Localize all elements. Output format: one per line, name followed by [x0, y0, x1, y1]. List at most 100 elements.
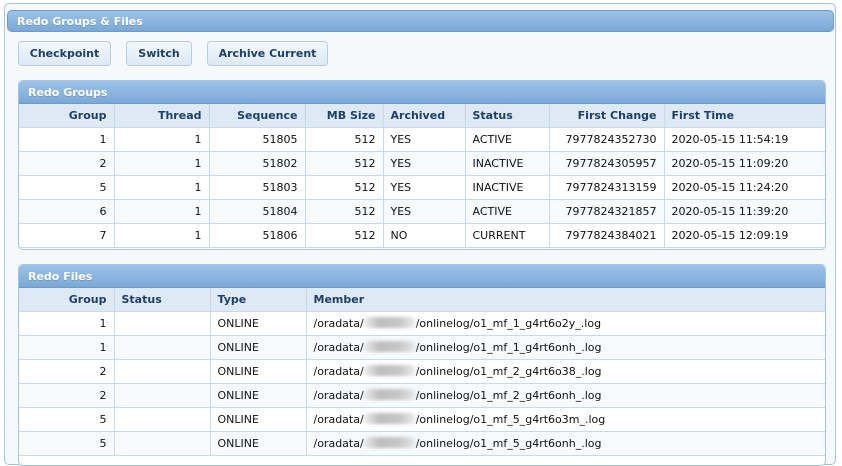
- col-header-group[interactable]: Group: [19, 104, 115, 128]
- cell-group: 2: [19, 359, 115, 384]
- redo-files-table: Group Status Type Member 1 ONLINE /orada…: [19, 288, 825, 456]
- cell-group: 1: [19, 127, 115, 152]
- redacted-segment: [363, 436, 416, 448]
- cell-mb-size: 512: [305, 127, 384, 152]
- member-prefix: /oradata/: [313, 436, 364, 450]
- cell-group: 1: [19, 335, 115, 360]
- redo-files-title: Redo Files: [19, 265, 825, 288]
- table-row[interactable]: 5 ONLINE /oradata/ /onlinelog/o1_mf_5_g4r…: [19, 407, 825, 432]
- cell-thread: 1: [114, 127, 210, 152]
- cell-member: /oradata/ /onlinelog/o1_mf_1_g4rt6onh_.lo…: [306, 335, 825, 360]
- cell-mb-size: 512: [305, 151, 384, 176]
- cell-first-time: 2020-05-15 11:24:20: [664, 175, 825, 200]
- table-row[interactable]: 5 1 51803 512 YES INACTIVE 7977824313159…: [19, 175, 825, 200]
- col-header-member[interactable]: Member: [306, 288, 825, 312]
- cell-status: [114, 431, 211, 456]
- col-header-thread[interactable]: Thread: [114, 104, 210, 128]
- col-header-status[interactable]: Status: [114, 288, 211, 312]
- cell-first-change: 7977824313159: [549, 175, 665, 200]
- switch-button[interactable]: Switch: [126, 41, 192, 66]
- redacted-segment: [363, 364, 416, 376]
- cell-status: [114, 335, 211, 360]
- archive-current-button[interactable]: Archive Current: [207, 41, 328, 66]
- member-suffix: /onlinelog/o1_mf_2_g4rt6onh_.log: [415, 388, 602, 402]
- cell-status: [114, 383, 211, 408]
- cell-member: /oradata/ /onlinelog/o1_mf_2_g4rt6onh_.lo…: [306, 383, 825, 408]
- checkpoint-button[interactable]: Checkpoint: [18, 41, 111, 66]
- member-suffix: /onlinelog/o1_mf_5_g4rt6onh_.log: [415, 436, 602, 450]
- col-header-archived[interactable]: Archived: [383, 104, 466, 128]
- cell-status: [114, 407, 211, 432]
- cell-first-time: 2020-05-15 11:39:20: [664, 199, 825, 224]
- member-prefix: /oradata/: [313, 340, 364, 354]
- col-header-status[interactable]: Status: [465, 104, 550, 128]
- cell-type: ONLINE: [210, 431, 307, 456]
- cell-first-time: 2020-05-15 11:54:19: [664, 127, 825, 152]
- cell-first-change: 7977824352730: [549, 127, 665, 152]
- table-row[interactable]: 2 1 51802 512 YES INACTIVE 7977824305957…: [19, 151, 825, 176]
- files-header-row: Group Status Type Member: [19, 288, 825, 312]
- cell-mb-size: 512: [305, 199, 384, 224]
- cell-group: 5: [19, 431, 115, 456]
- window-title: Redo Groups & Files: [7, 10, 834, 32]
- col-header-sequence[interactable]: Sequence: [209, 104, 306, 128]
- cell-thread: 1: [114, 199, 210, 224]
- redo-groups-table: Group Thread Sequence MB Size Archived S…: [19, 104, 825, 248]
- table-row[interactable]: 1 ONLINE /oradata/ /onlinelog/o1_mf_1_g4r…: [19, 311, 825, 336]
- member-suffix: /onlinelog/o1_mf_1_g4rt6o2y_.log: [415, 316, 602, 330]
- table-row[interactable]: 1 1 51805 512 YES ACTIVE 7977824352730 2…: [19, 127, 825, 152]
- col-header-type[interactable]: Type: [210, 288, 307, 312]
- member-prefix: /oradata/: [313, 364, 364, 378]
- member-suffix: /onlinelog/o1_mf_2_g4rt6o38_.log: [415, 364, 602, 378]
- cell-archived: YES: [383, 175, 466, 200]
- table-row[interactable]: 6 1 51804 512 YES ACTIVE 7977824321857 2…: [19, 199, 825, 224]
- table-row[interactable]: 7 1 51806 512 NO CURRENT 7977824384021 2…: [19, 223, 825, 248]
- redacted-segment: [363, 340, 416, 352]
- cell-group: 6: [19, 199, 115, 224]
- redacted-segment: [363, 388, 416, 400]
- cell-group: 2: [19, 383, 115, 408]
- cell-status: CURRENT: [465, 223, 550, 248]
- redacted-segment: [363, 316, 416, 328]
- cell-first-change: 7977824321857: [549, 199, 665, 224]
- cell-status: [114, 311, 211, 336]
- cell-first-time: 2020-05-15 11:09:20: [664, 151, 825, 176]
- cell-type: ONLINE: [210, 407, 307, 432]
- cell-member: /oradata/ /onlinelog/o1_mf_5_g4rt6onh_.lo…: [306, 431, 825, 456]
- cell-archived: YES: [383, 151, 466, 176]
- cell-status: INACTIVE: [465, 151, 550, 176]
- col-header-first-change[interactable]: First Change: [549, 104, 665, 128]
- cell-thread: 1: [114, 223, 210, 248]
- cell-group: 5: [19, 175, 115, 200]
- col-header-first-time[interactable]: First Time: [664, 104, 825, 128]
- cell-first-change: 7977824384021: [549, 223, 665, 248]
- cell-member: /oradata/ /onlinelog/o1_mf_5_g4rt6o3m_.lo…: [306, 407, 825, 432]
- member-prefix: /oradata/: [313, 412, 364, 426]
- cell-archived: YES: [383, 127, 466, 152]
- cell-sequence: 51802: [209, 151, 306, 176]
- col-header-mb-size[interactable]: MB Size: [305, 104, 384, 128]
- member-suffix: /onlinelog/o1_mf_5_g4rt6o3m_.log: [415, 412, 606, 426]
- table-row[interactable]: 5 ONLINE /oradata/ /onlinelog/o1_mf_5_g4r…: [19, 431, 825, 456]
- cell-group: 5: [19, 407, 115, 432]
- cell-first-change: 7977824305957: [549, 151, 665, 176]
- cell-sequence: 51805: [209, 127, 306, 152]
- cell-status: INACTIVE: [465, 175, 550, 200]
- member-prefix: /oradata/: [313, 316, 364, 330]
- cell-status: ACTIVE: [465, 127, 550, 152]
- member-prefix: /oradata/: [313, 388, 364, 402]
- cell-first-time: 2020-05-15 12:09:19: [664, 223, 825, 248]
- table-row[interactable]: 2 ONLINE /oradata/ /onlinelog/o1_mf_2_g4r…: [19, 359, 825, 384]
- cell-member: /oradata/ /onlinelog/o1_mf_1_g4rt6o2y_.lo…: [306, 311, 825, 336]
- cell-thread: 1: [114, 175, 210, 200]
- member-suffix: /onlinelog/o1_mf_1_g4rt6onh_.log: [415, 340, 602, 354]
- cell-group: 1: [19, 311, 115, 336]
- table-row[interactable]: 1 ONLINE /oradata/ /onlinelog/o1_mf_1_g4r…: [19, 335, 825, 360]
- cell-group: 7: [19, 223, 115, 248]
- cell-status: [114, 359, 211, 384]
- col-header-group[interactable]: Group: [19, 288, 115, 312]
- table-row[interactable]: 2 ONLINE /oradata/ /onlinelog/o1_mf_2_g4r…: [19, 383, 825, 408]
- cell-type: ONLINE: [210, 335, 307, 360]
- redo-groups-panel: Redo Groups Group Thread Sequence MB Siz…: [18, 80, 826, 250]
- cell-type: ONLINE: [210, 311, 307, 336]
